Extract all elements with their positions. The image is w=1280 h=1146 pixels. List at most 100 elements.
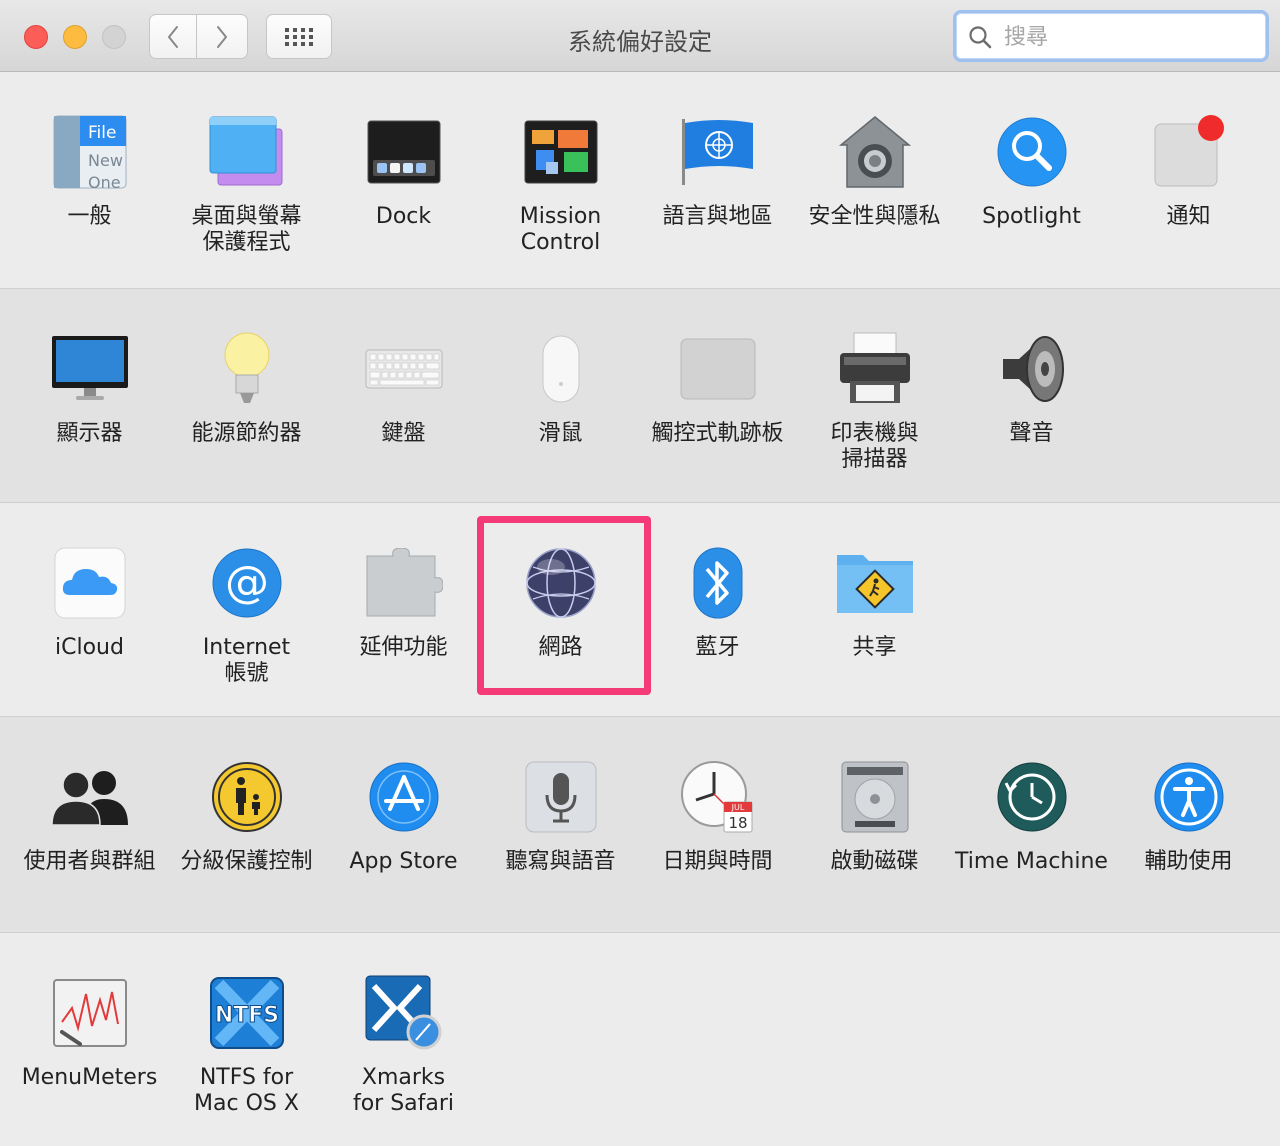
pane-notifications[interactable]: 通知	[1110, 72, 1267, 257]
spotlight-icon	[992, 112, 1072, 192]
svg-text:File: File	[88, 123, 116, 143]
pane-label: 桌面與螢幕 保護程式	[191, 204, 302, 255]
pane-internet-accounts[interactable]: @ Internet 帳號	[168, 503, 325, 688]
pane-menumeters[interactable]: MenuMeters	[11, 933, 168, 1118]
pane-bluetooth[interactable]: 藍牙	[639, 503, 796, 688]
section-hardware: 顯示器 能源節約器 鍵盤 滑鼠 觸控式軌跡板 印表機與 掃描器 聲音	[0, 289, 1280, 503]
sound-icon	[992, 329, 1072, 409]
search-field[interactable]	[953, 10, 1269, 62]
dock-icon	[364, 112, 444, 192]
pane-language-region[interactable]: 語言與地區	[639, 72, 796, 257]
pane-keyboard[interactable]: 鍵盤	[325, 289, 482, 474]
pane-label: 語言與地區	[662, 204, 773, 229]
time-machine-icon	[992, 757, 1072, 837]
navigation-buttons	[149, 14, 248, 59]
ntfs-icon: NTFS	[207, 973, 287, 1053]
pane-security-privacy[interactable]: 安全性與隱私	[796, 72, 953, 257]
pane-dock[interactable]: Dock	[325, 72, 482, 257]
pane-label: Time Machine	[955, 849, 1108, 874]
pane-displays[interactable]: 顯示器	[11, 289, 168, 474]
internet-accounts-icon: @	[207, 543, 287, 623]
keyboard-icon	[364, 329, 444, 409]
pane-label: MenuMeters	[21, 1065, 158, 1090]
pane-label: 鍵盤	[381, 421, 426, 446]
pane-icloud[interactable]: iCloud	[11, 503, 168, 688]
svg-text:@: @	[225, 557, 269, 608]
sharing-icon	[835, 543, 915, 623]
icloud-icon	[50, 543, 130, 623]
pane-label: Spotlight	[982, 204, 1081, 229]
show-all-button[interactable]	[266, 14, 332, 59]
pane-users-groups[interactable]: 使用者與群組	[11, 717, 168, 902]
pane-label: 聲音	[1009, 421, 1054, 446]
pane-network[interactable]: 網路	[482, 503, 639, 688]
pane-label: 安全性與隱私	[808, 204, 941, 229]
pane-sharing[interactable]: 共享	[796, 503, 953, 688]
app-store-icon	[364, 757, 444, 837]
pane-label: 顯示器	[56, 421, 123, 446]
minimize-button[interactable]	[63, 25, 87, 49]
date-time-icon: JUL 18	[678, 757, 758, 837]
pane-label: 日期與時間	[662, 849, 773, 874]
back-button[interactable]	[149, 14, 197, 59]
notifications-icon	[1149, 112, 1229, 192]
svg-text:18: 18	[728, 814, 747, 832]
pane-label: 網路	[538, 635, 583, 660]
pane-printers-scanners[interactable]: 印表機與 掃描器	[796, 289, 953, 474]
startup-disk-icon	[835, 757, 915, 837]
bluetooth-icon	[678, 543, 758, 623]
section-other: MenuMeters NTFS NTFS for Mac OS X Xmarks…	[0, 933, 1280, 1146]
displays-icon	[50, 329, 130, 409]
pane-label: NTFS for Mac OS X	[194, 1065, 299, 1116]
energy-saver-icon	[207, 329, 287, 409]
pane-label: 藍牙	[695, 635, 740, 660]
pane-desktop-screensaver[interactable]: 桌面與螢幕 保護程式	[168, 72, 325, 257]
pane-accessibility[interactable]: 輔助使用	[1110, 717, 1267, 902]
pane-label: 一般	[67, 204, 112, 229]
pane-mission-control[interactable]: Mission Control	[482, 72, 639, 257]
pane-label: 能源節約器	[191, 421, 302, 446]
pane-spotlight[interactable]: Spotlight	[953, 72, 1110, 257]
menumeters-icon	[50, 973, 130, 1053]
svg-text:JUL: JUL	[730, 803, 744, 812]
section-internet-wireless: iCloud @ Internet 帳號 延伸功能 網路 藍牙 共享	[0, 503, 1280, 717]
pane-trackpad[interactable]: 觸控式軌跡板	[639, 289, 796, 474]
chevron-right-icon	[217, 25, 228, 48]
pane-general[interactable]: File New One 一般	[11, 72, 168, 257]
zoom-button[interactable]	[102, 25, 126, 49]
pane-label: 延伸功能	[359, 635, 448, 660]
pane-label: 印表機與 掃描器	[830, 421, 919, 472]
pane-xmarks[interactable]: Xmarks for Safari	[325, 933, 482, 1118]
trackpad-icon	[678, 329, 758, 409]
pane-label: 共享	[852, 635, 897, 660]
pane-energy-saver[interactable]: 能源節約器	[168, 289, 325, 474]
pane-sound[interactable]: 聲音	[953, 289, 1110, 474]
svg-text:One: One	[88, 173, 121, 190]
forward-button[interactable]	[197, 14, 248, 59]
grid-icon	[285, 27, 313, 46]
pane-label: 輔助使用	[1144, 849, 1233, 874]
pane-label: 聽寫與語音	[505, 849, 616, 874]
parental-controls-icon	[207, 757, 287, 837]
pane-label: Internet 帳號	[202, 635, 291, 686]
desktop-screensaver-icon	[207, 112, 287, 192]
pane-date-time[interactable]: JUL 18 日期與時間	[639, 717, 796, 902]
pane-time-machine[interactable]: Time Machine	[953, 717, 1110, 902]
pane-app-store[interactable]: App Store	[325, 717, 482, 902]
search-input[interactable]	[1002, 19, 1256, 55]
title-bar: 系統偏好設定	[0, 0, 1280, 72]
pane-mouse[interactable]: 滑鼠	[482, 289, 639, 474]
pane-label: 通知	[1166, 204, 1211, 229]
pane-dictation-speech[interactable]: 聽寫與語音	[482, 717, 639, 902]
pane-ntfs[interactable]: NTFS NTFS for Mac OS X	[168, 933, 325, 1118]
pane-parental-controls[interactable]: 分級保護控制	[168, 717, 325, 902]
search-icon	[969, 26, 992, 49]
pane-startup-disk[interactable]: 啟動磁碟	[796, 717, 953, 902]
pane-extensions[interactable]: 延伸功能	[325, 503, 482, 688]
accessibility-icon	[1149, 757, 1229, 837]
pane-label: 滑鼠	[538, 421, 583, 446]
language-region-icon	[678, 112, 758, 192]
pane-label: Mission Control	[519, 204, 602, 255]
general-icon: File New One	[50, 112, 130, 192]
close-button[interactable]	[24, 25, 48, 49]
